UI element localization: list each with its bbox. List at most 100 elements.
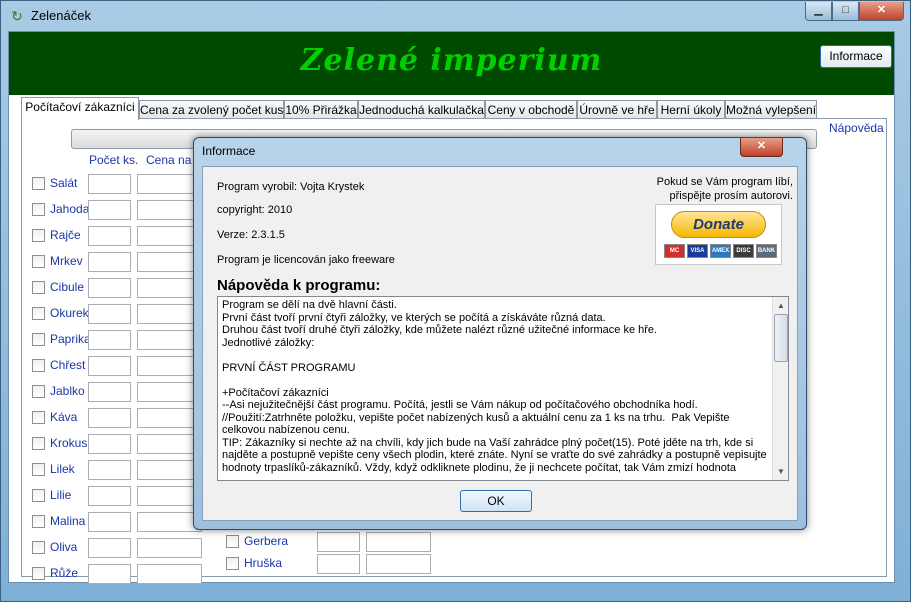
visa-icon: VISA [687, 244, 708, 258]
item-checkbox[interactable] [32, 437, 45, 450]
count-input[interactable] [317, 554, 360, 574]
author-text: Program vyrobil: Vojta Krystek [217, 181, 365, 193]
item-label: Malina [50, 514, 86, 528]
item-checkbox[interactable] [32, 385, 45, 398]
item-label: Jahoda [50, 202, 90, 216]
tab-pocitacovi-zakaznici[interactable]: Počítačoví zákazníci [21, 97, 139, 120]
list-item: Hruška [219, 554, 449, 576]
count-input[interactable] [88, 486, 131, 506]
dialog-body: Program vyrobil: Vojta Krystek copyright… [202, 166, 798, 521]
item-checkbox[interactable] [32, 255, 45, 268]
item-checkbox[interactable] [32, 281, 45, 294]
help-scrollbar[interactable]: ▲ ▼ [772, 297, 788, 480]
close-icon: ✕ [756, 140, 767, 152]
item-checkbox[interactable] [32, 515, 45, 528]
donate-note-line-1: Pokud se Vám program líbí, [656, 176, 793, 188]
item-checkbox[interactable] [32, 567, 45, 580]
item-label: Jablko [50, 384, 85, 398]
banner: Zelené imperium Informace [9, 32, 894, 95]
item-label: Cibule [50, 280, 85, 294]
item-checkbox[interactable] [226, 557, 239, 570]
list-item: Chřest [9, 356, 209, 378]
scroll-up-icon[interactable]: ▲ [773, 297, 788, 314]
price-input[interactable] [366, 554, 431, 574]
item-label: Okurek [50, 306, 89, 320]
help-textbox[interactable]: Program se dělí na dvě hlavní části. Prv… [217, 296, 789, 481]
count-input[interactable] [88, 226, 131, 246]
item-checkbox[interactable] [32, 463, 45, 476]
item-checkbox[interactable] [32, 489, 45, 502]
scroll-down-icon[interactable]: ▼ [773, 463, 788, 480]
item-checkbox[interactable] [32, 411, 45, 424]
scroll-thumb[interactable] [774, 314, 788, 362]
item-label: Růže [50, 566, 79, 580]
tab-mozna-vylepseni[interactable]: Možná vylepšení [725, 100, 817, 119]
item-checkbox[interactable] [32, 203, 45, 216]
version-text: Verze: 2.3.1.5 [217, 229, 285, 241]
item-checkbox[interactable] [32, 307, 45, 320]
list-item: Lilie [9, 486, 209, 508]
ok-button[interactable]: OK [460, 490, 532, 512]
help-text: Program se dělí na dvě hlavní části. Prv… [222, 299, 767, 474]
dialog-close-button[interactable]: ✕ [740, 138, 783, 157]
count-input[interactable] [88, 252, 131, 272]
close-button[interactable]: ✕ [859, 2, 904, 21]
donate-panel[interactable]: Donate MC VISA AMEX DISC BANK [655, 204, 782, 265]
col-count-label: Počet ks. [89, 153, 139, 167]
tab-ceny-v-obchode[interactable]: Ceny v obchodě [485, 100, 577, 119]
col-price-label: Cena na t [146, 153, 199, 167]
count-input[interactable] [88, 382, 131, 402]
info-button[interactable]: Informace [820, 45, 892, 68]
tab-urovne[interactable]: Úrovně ve hře [577, 100, 657, 119]
minimize-button[interactable]: ▁ [805, 2, 832, 21]
donate-note: Pokud se Vám program líbí, přispějte pro… [623, 175, 793, 203]
list-item: Oliva [9, 538, 209, 560]
item-checkbox[interactable] [226, 535, 239, 548]
list-item: Růže [9, 564, 209, 586]
item-checkbox[interactable] [32, 541, 45, 554]
donate-note-line-2: přispějte prosím autorovi. [669, 190, 794, 202]
maximize-button[interactable]: □ [832, 2, 859, 21]
item-checkbox[interactable] [32, 229, 45, 242]
item-label: Lilie [50, 488, 72, 502]
item-checkbox[interactable] [32, 333, 45, 346]
item-label: Hruška [244, 556, 283, 570]
tab-prirazka[interactable]: 10% Přirážka [284, 100, 358, 119]
list-item: Krokus [9, 434, 209, 456]
price-input[interactable] [137, 538, 202, 558]
list-item: Rajče [9, 226, 209, 248]
count-input[interactable] [88, 356, 131, 376]
list-item: Salát [9, 174, 209, 196]
count-input[interactable] [88, 304, 131, 324]
item-checkbox[interactable] [32, 177, 45, 190]
list-item: Káva [9, 408, 209, 430]
count-input[interactable] [88, 538, 131, 558]
count-input[interactable] [88, 460, 131, 480]
price-input[interactable] [366, 532, 431, 552]
count-input[interactable] [88, 174, 131, 194]
count-input[interactable] [317, 532, 360, 552]
count-input[interactable] [88, 434, 131, 454]
title-bar[interactable]: ↻ Zelenáček ▁ □ ✕ [1, 1, 910, 31]
count-input[interactable] [88, 278, 131, 298]
price-input[interactable] [137, 564, 202, 584]
item-label: Rajče [50, 228, 81, 242]
count-input[interactable] [88, 200, 131, 220]
tab-kalkulacka[interactable]: Jednoduchá kalkulačka [358, 100, 485, 119]
bank-icon: BANK [756, 244, 777, 258]
list-item: Cibule [9, 278, 209, 300]
count-input[interactable] [88, 564, 131, 584]
donate-button[interactable]: Donate [671, 211, 766, 238]
list-item: Okurek [9, 304, 209, 326]
item-label: Paprika [50, 332, 91, 346]
tab-cena-za-pocet[interactable]: Cena za zvolený počet kusů [139, 100, 290, 119]
tab-herni-ukoly[interactable]: Herní úkoly [657, 100, 725, 119]
help-heading: Nápověda k programu: [217, 277, 381, 294]
count-input[interactable] [88, 512, 131, 532]
list-item: Jablko [9, 382, 209, 404]
item-checkbox[interactable] [32, 359, 45, 372]
help-link[interactable]: Nápověda [829, 121, 884, 135]
count-input[interactable] [88, 330, 131, 350]
count-input[interactable] [88, 408, 131, 428]
item-label: Lilek [50, 462, 75, 476]
